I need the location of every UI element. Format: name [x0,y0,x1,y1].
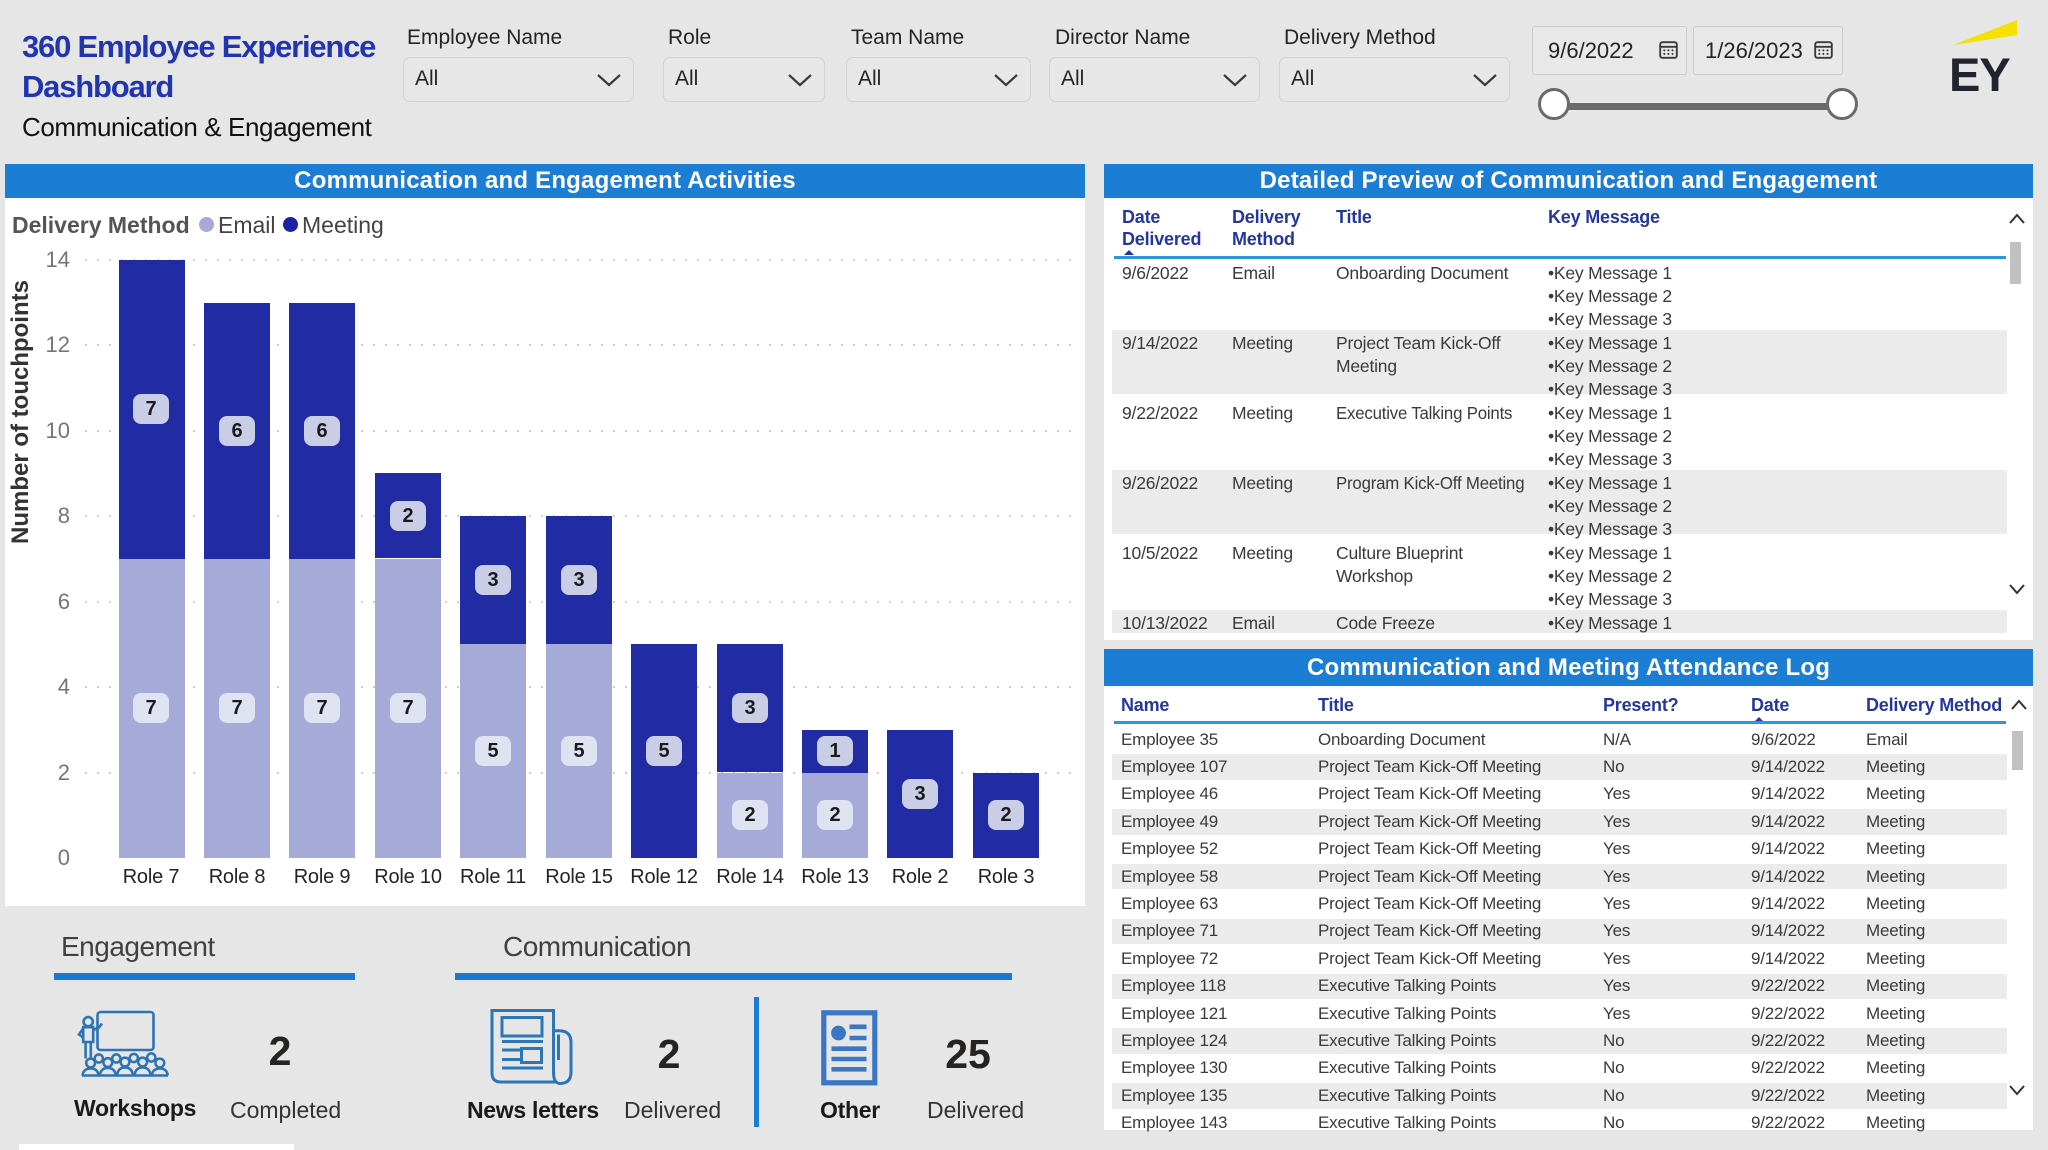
svg-text:EY: EY [1949,48,2010,100]
